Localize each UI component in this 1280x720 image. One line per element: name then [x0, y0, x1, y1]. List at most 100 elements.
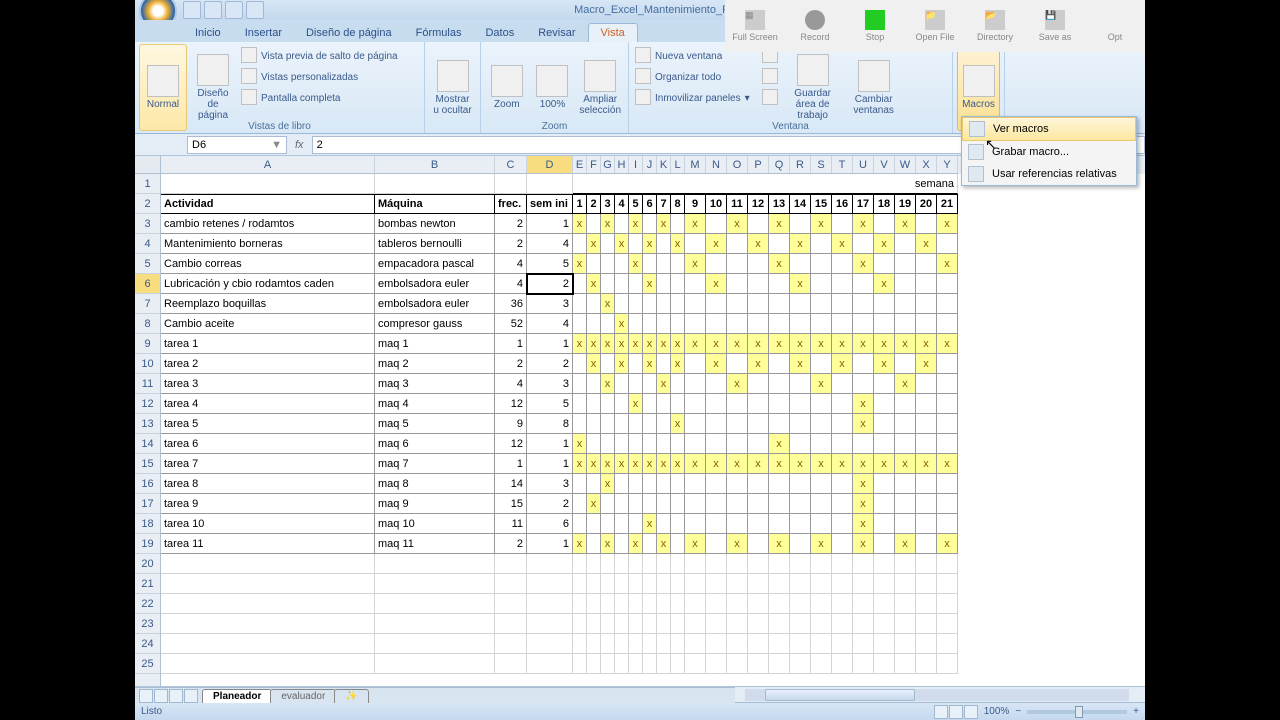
- cell[interactable]: [685, 614, 706, 634]
- cell[interactable]: x: [671, 334, 685, 354]
- cell[interactable]: [601, 654, 615, 674]
- cell[interactable]: [573, 654, 587, 674]
- zoom-button[interactable]: Zoom: [485, 44, 529, 131]
- cell[interactable]: x: [790, 454, 811, 474]
- cell[interactable]: [811, 654, 832, 674]
- cell[interactable]: 2: [495, 354, 527, 374]
- cell[interactable]: x: [811, 454, 832, 474]
- cell[interactable]: [643, 554, 657, 574]
- cell[interactable]: [657, 414, 671, 434]
- cell[interactable]: maq 9: [375, 494, 495, 514]
- cell[interactable]: [874, 414, 895, 434]
- cell[interactable]: [937, 494, 958, 514]
- cell[interactable]: [601, 574, 615, 594]
- cell[interactable]: tarea 11: [161, 534, 375, 554]
- page-layout-button[interactable]: Diseño de página: [189, 44, 237, 131]
- cell[interactable]: x: [601, 454, 615, 474]
- cell[interactable]: [495, 554, 527, 574]
- cell[interactable]: [937, 554, 958, 574]
- cell[interactable]: [671, 594, 685, 614]
- cell[interactable]: [853, 574, 874, 594]
- cell[interactable]: [727, 634, 748, 654]
- cell[interactable]: [790, 634, 811, 654]
- cell[interactable]: [643, 494, 657, 514]
- cell[interactable]: 14: [495, 474, 527, 494]
- cell[interactable]: 8: [527, 414, 573, 434]
- cell[interactable]: [587, 474, 601, 494]
- cell[interactable]: [853, 274, 874, 294]
- cell[interactable]: [895, 514, 916, 534]
- cell[interactable]: embolsadora euler: [375, 274, 495, 294]
- cell[interactable]: [874, 434, 895, 454]
- qat-custom-icon[interactable]: [246, 1, 264, 19]
- menu-view-macros[interactable]: Ver macros: [962, 117, 1136, 141]
- cell[interactable]: x: [587, 354, 601, 374]
- cell[interactable]: [643, 594, 657, 614]
- cell[interactable]: x: [748, 454, 769, 474]
- cell[interactable]: [643, 254, 657, 274]
- cell[interactable]: [916, 414, 937, 434]
- cell[interactable]: x: [853, 254, 874, 274]
- cell[interactable]: 2: [527, 274, 573, 294]
- cell[interactable]: [811, 614, 832, 634]
- cell[interactable]: [601, 414, 615, 434]
- row-header[interactable]: 3: [135, 214, 160, 234]
- view-layout-icon[interactable]: [949, 705, 963, 719]
- cell[interactable]: [895, 394, 916, 414]
- cell[interactable]: [874, 534, 895, 554]
- cell[interactable]: x: [615, 234, 629, 254]
- cell[interactable]: x: [629, 394, 643, 414]
- row-header[interactable]: 24: [135, 634, 160, 654]
- col-header[interactable]: C: [495, 156, 527, 173]
- cell[interactable]: [937, 574, 958, 594]
- cell[interactable]: x: [629, 214, 643, 234]
- cell[interactable]: [832, 594, 853, 614]
- cell[interactable]: [832, 434, 853, 454]
- cell[interactable]: [832, 414, 853, 434]
- cell[interactable]: [832, 274, 853, 294]
- cell[interactable]: 2: [587, 194, 601, 214]
- cell[interactable]: [853, 234, 874, 254]
- cell[interactable]: 1: [527, 434, 573, 454]
- cell[interactable]: [573, 494, 587, 514]
- cell[interactable]: Lubricación y cbio rodamtos caden: [161, 274, 375, 294]
- cell[interactable]: x: [811, 534, 832, 554]
- cell[interactable]: x: [853, 474, 874, 494]
- cell[interactable]: [832, 634, 853, 654]
- cell[interactable]: [685, 494, 706, 514]
- cell[interactable]: [587, 554, 601, 574]
- cell[interactable]: [706, 574, 727, 594]
- cell[interactable]: [671, 614, 685, 634]
- cell[interactable]: [615, 554, 629, 574]
- tab-insertar[interactable]: Insertar: [233, 24, 294, 42]
- freeze-panes-button[interactable]: Inmovilizar paneles ▾: [633, 88, 752, 108]
- cell[interactable]: [916, 654, 937, 674]
- cell[interactable]: [874, 554, 895, 574]
- cell[interactable]: [643, 534, 657, 554]
- cell[interactable]: [573, 354, 587, 374]
- cell[interactable]: maq 4: [375, 394, 495, 414]
- cell[interactable]: 9: [685, 194, 706, 214]
- cell[interactable]: [685, 654, 706, 674]
- cell[interactable]: [161, 174, 375, 194]
- cell[interactable]: [769, 394, 790, 414]
- cell[interactable]: [643, 414, 657, 434]
- cell[interactable]: [811, 234, 832, 254]
- cell[interactable]: 3: [527, 474, 573, 494]
- cell[interactable]: 8: [671, 194, 685, 214]
- cell[interactable]: x: [706, 234, 727, 254]
- cell[interactable]: [832, 534, 853, 554]
- custom-views-button[interactable]: Vistas personalizadas: [239, 67, 400, 87]
- view-pagebreak-icon[interactable]: [964, 705, 978, 719]
- menu-relative-refs[interactable]: Usar referencias relativas: [962, 163, 1136, 185]
- cell[interactable]: x: [706, 354, 727, 374]
- cell[interactable]: [587, 534, 601, 554]
- sheet-nav-last-icon[interactable]: [184, 689, 198, 703]
- cell[interactable]: [832, 314, 853, 334]
- cell[interactable]: [727, 494, 748, 514]
- cell[interactable]: [685, 274, 706, 294]
- cell[interactable]: [161, 614, 375, 634]
- cell[interactable]: [937, 474, 958, 494]
- cell[interactable]: [790, 614, 811, 634]
- cell[interactable]: x: [601, 374, 615, 394]
